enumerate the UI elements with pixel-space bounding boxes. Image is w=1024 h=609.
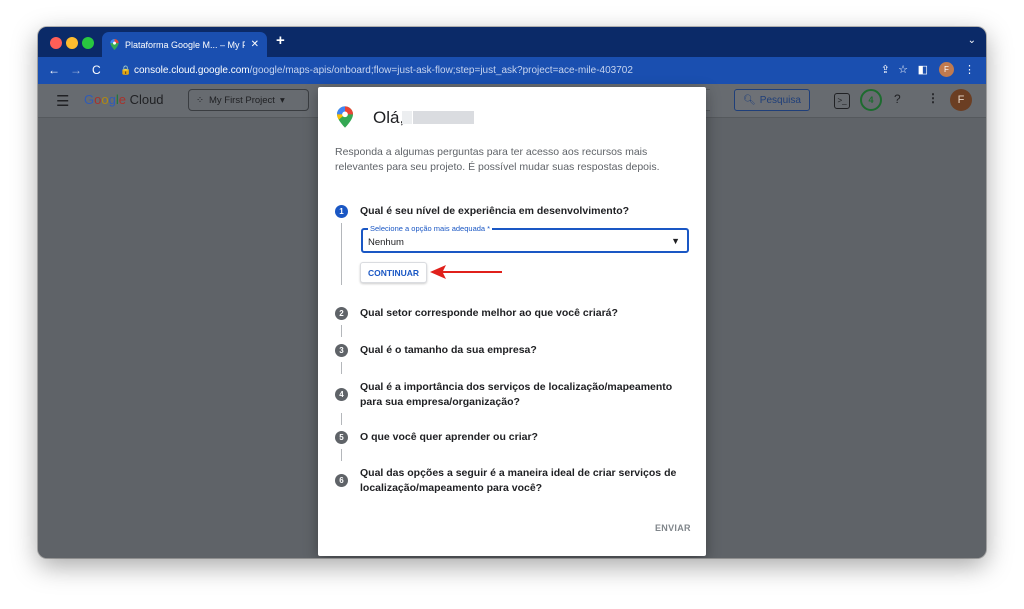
search-button-label: Pesquisa <box>759 94 801 106</box>
dropdown-arrow-icon: ▼ <box>671 236 680 246</box>
url-host: console.cloud.google.com <box>134 65 250 76</box>
account-avatar[interactable]: F <box>950 89 972 111</box>
minimize-window-button[interactable] <box>66 37 78 49</box>
step-number-badge: 1 <box>335 205 348 218</box>
new-tab-button[interactable]: + <box>276 32 285 49</box>
address-toolbar: ← → C 🔒 console.cloud.google.com/google/… <box>38 57 986 84</box>
tab-search-chevron-icon[interactable]: ⌄ <box>968 35 976 46</box>
share-icon[interactable]: ⇪ <box>881 63 890 76</box>
continue-button[interactable]: CONTINUAR <box>360 262 427 283</box>
browser-tab[interactable]: Plataforma Google M... – My F ✕ <box>102 32 267 57</box>
tab-title: Plataforma Google M... – My F <box>125 39 245 50</box>
forward-arrow-icon[interactable]: → <box>70 63 82 77</box>
back-arrow-icon[interactable]: ← <box>48 63 60 77</box>
maps-favicon-icon <box>110 39 119 50</box>
step-number-badge: 5 <box>335 431 348 444</box>
search-icon: 🔍︎ <box>743 94 756 106</box>
browser-profile-avatar[interactable]: F <box>939 62 954 77</box>
redacted-name-start <box>402 111 412 124</box>
step-question: Qual é a importância dos serviços de loc… <box>360 381 673 408</box>
more-options-icon[interactable]: ⋮ <box>927 91 939 105</box>
onboarding-dialog: Olá, Responda a algumas perguntas para t… <box>318 87 706 556</box>
project-name: My First Project <box>208 94 275 106</box>
step-connector <box>341 413 342 425</box>
intro-text: Responda a algumas perguntas para ter ac… <box>335 146 660 173</box>
cloud-shell-icon[interactable]: >_ <box>834 93 850 109</box>
step-question: Qual das opções a seguir é a maneira ide… <box>360 467 677 494</box>
notifications-badge[interactable]: 4 <box>860 89 882 111</box>
step-connector <box>341 362 342 374</box>
redacted-name <box>413 111 474 124</box>
cloud-console: ☰ Google Cloud ⁘ My First Project ▾ 🔍︎ P… <box>38 84 986 558</box>
close-window-button[interactable] <box>50 37 62 49</box>
browser-menu-icon[interactable]: ⋮ <box>964 63 975 76</box>
help-icon[interactable]: ? <box>894 92 901 106</box>
tab-close-icon[interactable]: ✕ <box>251 39 259 50</box>
greeting-title: Olá, <box>373 108 405 127</box>
step-number-badge: 4 <box>335 388 348 401</box>
step-question: Qual setor corresponde melhor ao que voc… <box>360 307 618 319</box>
maximize-window-button[interactable] <box>82 37 94 49</box>
red-arrow-annotation <box>430 265 502 279</box>
hamburger-menu-icon[interactable]: ☰ <box>56 92 69 110</box>
step-connector <box>341 325 342 337</box>
step-question: Qual é o tamanho da sua empresa? <box>360 344 537 356</box>
reload-icon[interactable]: C <box>92 63 101 77</box>
select-label: Selecione a opção mais adequada * <box>368 224 493 233</box>
tab-strip: Plataforma Google M... – My F ✕ + ⌄ <box>38 27 986 57</box>
step-connector <box>341 223 342 285</box>
project-dots-icon: ⁘ <box>196 94 204 106</box>
side-panel-icon[interactable]: ◧ <box>918 63 928 76</box>
step-question: Qual é seu nível de experiência em desen… <box>360 205 630 217</box>
send-button[interactable]: ENVIAR <box>655 523 691 533</box>
step-number-badge: 3 <box>335 344 348 357</box>
project-picker[interactable]: ⁘ My First Project ▾ <box>188 89 309 111</box>
chevron-down-icon: ▾ <box>279 94 285 106</box>
step-connector <box>341 449 342 461</box>
google-maps-pin-icon <box>337 106 353 128</box>
step-question: O que você quer aprender ou criar? <box>360 431 538 443</box>
lock-icon[interactable]: 🔒 <box>120 65 131 76</box>
step-number-badge: 6 <box>335 474 348 487</box>
browser-window: Plataforma Google M... – My F ✕ + ⌄ ← → … <box>38 27 986 558</box>
google-cloud-logo[interactable]: Google Cloud <box>84 92 164 107</box>
step-number-badge: 2 <box>335 307 348 320</box>
select-value: Nenhum <box>368 237 404 248</box>
url-path: /google/maps-apis/onboard;flow=just-ask-… <box>249 65 633 76</box>
search-button[interactable]: 🔍︎ Pesquisa <box>734 89 810 111</box>
bookmark-star-icon[interactable]: ☆ <box>898 63 908 76</box>
address-bar[interactable]: console.cloud.google.com/google/maps-api… <box>134 65 633 76</box>
experience-select[interactable]: Selecione a opção mais adequada * Nenhum… <box>361 224 689 253</box>
